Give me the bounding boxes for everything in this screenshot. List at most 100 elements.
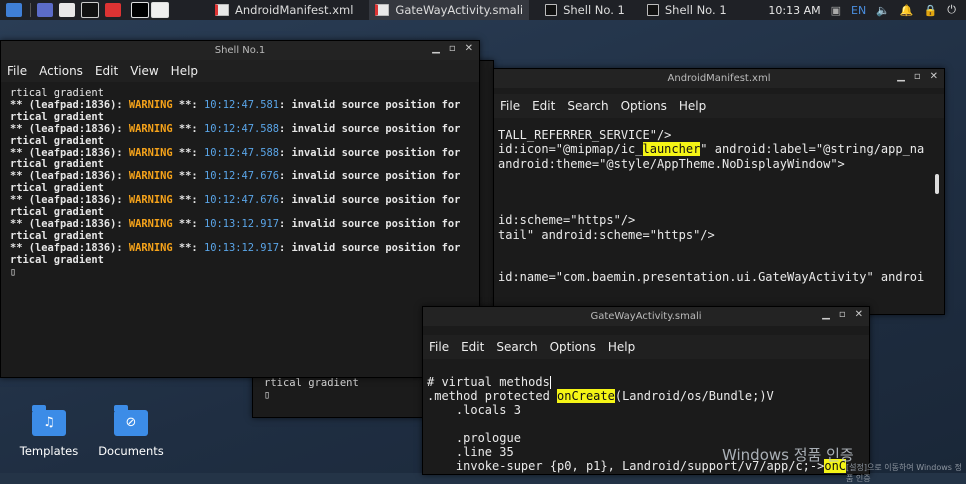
warning-label: WARNING — [128, 98, 173, 111]
terminal-line: rtical gradient — [10, 253, 465, 267]
warning-label: WARNING — [128, 170, 173, 183]
language-indicator[interactable]: EN — [851, 4, 866, 17]
search-highlight: onCreate — [557, 389, 615, 403]
menu-view[interactable]: View — [130, 64, 158, 78]
taskbar-item[interactable]: GateWayActivity.smali — [369, 0, 530, 20]
taskbar-item[interactable]: Shell No. 1 — [539, 0, 631, 20]
log-stars: **: — [172, 170, 204, 183]
menu-file[interactable]: File — [429, 340, 449, 354]
taskbar-item-label: GateWayActivity.smali — [395, 3, 524, 17]
shell-window[interactable]: Shell No.1 ▁ ▫ ✕ File Actions Edit View … — [0, 40, 480, 378]
code-text: .prologue — [427, 431, 521, 445]
maximize-icon[interactable]: ▫ — [449, 43, 456, 54]
desktop-icon-label: Documents — [98, 444, 164, 458]
log-prefix: ** (leafpad:1836): — [10, 217, 129, 230]
log-message: : invalid source position for ve — [279, 98, 465, 111]
window-title: AndroidManifest.xml — [667, 73, 771, 84]
network-icon[interactable]: ▣ — [831, 4, 841, 17]
maximize-icon[interactable]: ▫ — [839, 309, 846, 320]
workspace-2-icon[interactable] — [151, 2, 169, 18]
window-title: GateWayActivity.smali — [590, 311, 702, 322]
menu-search[interactable]: Search — [567, 99, 608, 113]
log-continuation: rtical gradient — [10, 158, 104, 171]
terminal-output[interactable]: rtical gradient ** (leafpad:1836): WARNIN… — [1, 83, 465, 377]
log-continuation: rtical gradient — [10, 253, 104, 266]
minimize-icon[interactable]: ▁ — [432, 43, 440, 54]
manifest-scrollbar[interactable] — [930, 119, 944, 314]
menu-options[interactable]: Options — [550, 340, 596, 354]
code-line: .prologue — [427, 431, 869, 445]
menu-edit[interactable]: Edit — [461, 340, 484, 354]
menu-edit[interactable]: Edit — [532, 99, 555, 113]
code-line: id:scheme="https"/> — [498, 213, 930, 227]
text-editor-icon — [375, 4, 390, 16]
manifest-titlebar[interactable]: AndroidManifest.xml ▁ ▫ ✕ — [494, 69, 944, 88]
taskbar-item-label: Shell No. 1 — [664, 3, 727, 17]
close-icon[interactable]: ✕ — [930, 71, 938, 82]
log-timestamp: 10:12:47.581 — [203, 98, 280, 111]
log-timestamp: 10:12:47.588 — [203, 146, 280, 159]
log-stars: **: — [172, 146, 204, 159]
maximize-icon[interactable]: ▫ — [914, 71, 921, 82]
editor-text-area[interactable]: TALL_REFERRER_SERVICE"/> id:icon="@mipmap… — [498, 128, 930, 314]
taskbar-item-label: Shell No. 1 — [563, 3, 625, 17]
menu-help[interactable]: Help — [608, 340, 635, 354]
menu-edit[interactable]: Edit — [95, 64, 118, 78]
file-manager-icon[interactable] — [59, 3, 75, 17]
menu-file[interactable]: File — [500, 99, 520, 113]
app-menu-icon[interactable] — [6, 3, 22, 17]
browser-icon[interactable] — [105, 3, 121, 17]
log-stars: **: — [172, 217, 204, 230]
show-desktop-icon[interactable] — [37, 3, 53, 17]
minimize-icon[interactable]: ▁ — [822, 309, 830, 320]
log-continuation: rtical gradient — [10, 182, 104, 195]
volume-icon[interactable]: 🔈 — [876, 4, 890, 17]
terminal-cursor: ▯ — [10, 265, 17, 278]
clock[interactable]: 10:13 AM — [768, 4, 820, 17]
code-text: id:name="com.baemin.presentation.ui.Gate… — [498, 270, 925, 285]
terminal-line: ▯ — [10, 265, 465, 279]
code-text: TALL_REFERRER_SERVICE"/> — [498, 128, 672, 142]
menu-actions[interactable]: Actions — [39, 64, 83, 78]
log-message: : invalid source position for ve — [279, 170, 465, 183]
log-message: : invalid source position for ve — [279, 241, 465, 254]
desktop-icon-templates[interactable]: ♫ Templates — [14, 405, 84, 458]
code-line: android:theme="@style/AppTheme.NoDisplay… — [498, 157, 930, 171]
menu-options[interactable]: Options — [621, 99, 667, 113]
power-icon[interactable]: ⏻ — [947, 3, 956, 17]
menu-help[interactable]: Help — [171, 64, 198, 78]
notifications-icon[interactable]: 🔔 — [900, 4, 914, 17]
desktop-icon-documents[interactable]: ⊘ Documents — [96, 405, 166, 458]
code-line: tail" android:scheme="https"/> — [498, 228, 930, 242]
window-title: Shell No.1 — [214, 45, 266, 56]
smali-titlebar[interactable]: GateWayActivity.smali ▁ ▫ ✕ — [423, 307, 869, 326]
menu-file[interactable]: File — [7, 64, 27, 78]
workspace-1-icon[interactable] — [131, 2, 149, 18]
taskbar-item[interactable]: Shell No. 1 — [641, 0, 733, 20]
terminal-icon — [646, 4, 659, 16]
minimize-icon[interactable]: ▁ — [897, 71, 905, 82]
close-icon[interactable]: ✕ — [855, 309, 863, 320]
code-text: .method protected — [427, 389, 558, 403]
close-icon[interactable]: ✕ — [465, 43, 473, 54]
lock-icon[interactable]: 🔒 — [924, 4, 938, 17]
menu-help[interactable]: Help — [679, 99, 706, 113]
code-line: TALL_REFERRER_SERVICE"/> — [498, 128, 930, 142]
terminal-icon[interactable] — [81, 2, 99, 18]
log-timestamp: 10:12:47.676 — [203, 194, 280, 207]
scrollbar-thumb[interactable] — [935, 174, 939, 194]
log-prefix: ** (leafpad:1836): — [10, 98, 129, 111]
taskbar-item[interactable]: AndroidManifest.xml — [209, 0, 359, 20]
terminal-cursor: ▯ — [264, 389, 271, 401]
code-text: tail" android:scheme="https"/> — [498, 227, 715, 242]
menu-search[interactable]: Search — [496, 340, 537, 354]
system-tray: 10:13 AM ▣ EN 🔈 🔔 🔒 ⏻ — [768, 0, 966, 20]
shell-titlebar[interactable]: Shell No.1 ▁ ▫ ✕ — [1, 41, 479, 60]
warning-label: WARNING — [128, 241, 173, 254]
log-stars: **: — [172, 194, 204, 207]
activation-watermark: Windows 정품 인증 — [722, 446, 854, 464]
manifest-editor-window[interactable]: AndroidManifest.xml ▁ ▫ ✕ File Edit Sear… — [493, 68, 945, 315]
